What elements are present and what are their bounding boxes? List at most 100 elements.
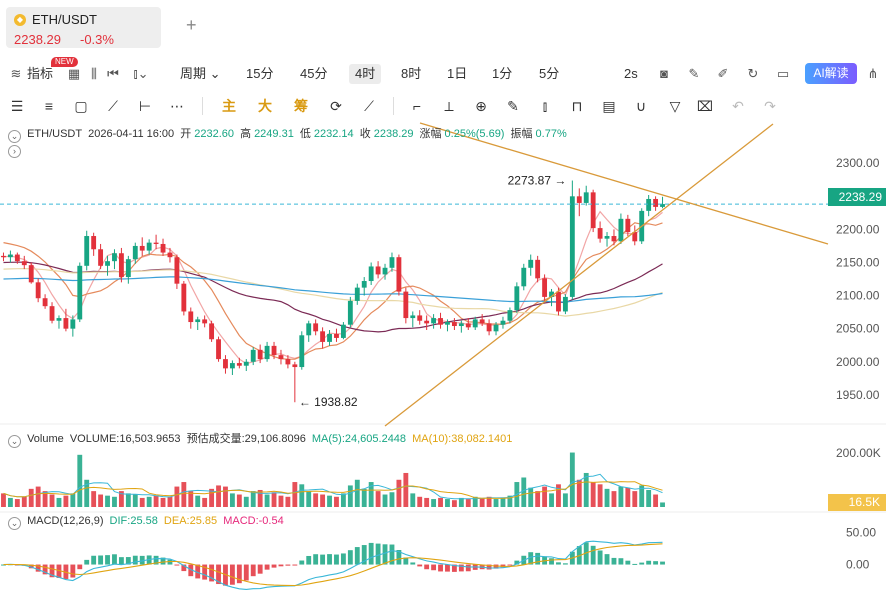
volume-bar xyxy=(146,496,152,507)
candle-body xyxy=(91,236,97,250)
macd-histogram-bar xyxy=(445,564,450,572)
candle-body xyxy=(105,261,110,266)
volume-bar xyxy=(389,492,395,507)
candle-body xyxy=(14,254,20,262)
candle-body xyxy=(451,322,457,327)
volume-bar xyxy=(653,494,659,507)
volume-bar xyxy=(576,479,582,507)
candle-body xyxy=(334,333,339,338)
volume-bar xyxy=(327,495,332,507)
candle-body xyxy=(278,355,284,360)
candle-body xyxy=(646,198,652,211)
volume-bar xyxy=(14,499,20,507)
volume-bar xyxy=(28,488,34,507)
candle-body xyxy=(590,192,596,229)
volume-bar xyxy=(229,493,235,507)
macd-histogram-bar xyxy=(229,564,235,585)
y-tick-label: 2200.00 xyxy=(836,222,880,236)
expand-icon[interactable]: › xyxy=(8,145,21,158)
price-chart[interactable]: 2300.002250.002200.002150.002100.002050.… xyxy=(0,0,886,593)
macd-collapse-icon[interactable]: ⌄ xyxy=(8,517,21,530)
candle-body xyxy=(361,281,367,288)
volume-bar xyxy=(112,496,117,507)
y-tick-label: 2000.00 xyxy=(836,355,880,369)
volume-bar xyxy=(354,479,360,507)
candle-body xyxy=(70,319,76,329)
macd-histogram-bar xyxy=(327,554,332,565)
candle-body xyxy=(562,296,568,312)
candle-body xyxy=(292,364,298,368)
volume-bar xyxy=(556,484,561,507)
amplitude-value: 0.77% xyxy=(535,128,567,140)
candle-body xyxy=(84,236,90,266)
candle-body xyxy=(181,283,187,312)
candle-body xyxy=(153,242,159,244)
macd-histogram-bar xyxy=(257,564,263,574)
macd-legend: ⌄ MACD(12,26,9) DIF:25.58 DEA:25.85 MACD… xyxy=(8,515,287,530)
candle-body xyxy=(528,259,534,268)
macd-histogram-bar xyxy=(354,547,360,565)
volume-bar xyxy=(431,499,437,507)
volume-bar xyxy=(410,493,416,507)
macd-histogram-bar xyxy=(84,559,90,565)
estimated-volume: 预估成交量:29,106.8096 xyxy=(186,433,306,445)
volume-bar xyxy=(625,487,631,507)
candle-body xyxy=(424,320,430,324)
candle-body xyxy=(556,291,561,312)
volume-bar xyxy=(313,493,319,507)
candle-body xyxy=(611,236,617,242)
volume-bar xyxy=(396,479,402,507)
macd-histogram-bar xyxy=(278,564,284,567)
candle-body xyxy=(209,323,215,340)
candle-body xyxy=(77,265,83,320)
macd-histogram-bar xyxy=(625,560,631,565)
candle-body xyxy=(438,318,443,325)
volume-bar xyxy=(132,494,138,507)
volume-bar xyxy=(597,484,603,507)
volume-bar xyxy=(403,472,409,507)
volume-bar xyxy=(174,486,180,507)
volume-bar xyxy=(98,494,104,507)
support-trendline xyxy=(384,123,774,427)
volume-bar xyxy=(528,487,534,507)
legend-datetime: 2026-04-11 16:00 xyxy=(88,128,175,140)
candle-body xyxy=(347,300,353,325)
macd-histogram-bar xyxy=(118,557,124,565)
macd-value: MACD:-0.54 xyxy=(223,515,284,527)
volume-bar xyxy=(271,492,277,507)
candle-body xyxy=(479,319,485,324)
macd-histogram-bar xyxy=(549,558,554,565)
macd-dea: DEA:25.85 xyxy=(163,515,218,527)
macd-histogram-bar xyxy=(562,563,568,565)
volume-bar xyxy=(562,493,568,507)
candle-body xyxy=(306,323,312,336)
candle-body xyxy=(445,322,450,325)
macd-histogram-bar xyxy=(271,564,277,568)
candle-body xyxy=(340,324,346,338)
collapse-icon[interactable]: ⌄ xyxy=(8,130,21,143)
volume-label: Volume xyxy=(27,433,64,445)
candle-body xyxy=(28,265,34,283)
candle-body xyxy=(42,298,48,307)
volume-bar xyxy=(451,500,457,507)
volume-bar xyxy=(417,496,423,507)
volume-bar xyxy=(479,497,485,507)
volume-ma10: MA(10):38,082.1401 xyxy=(412,433,513,445)
candle-body xyxy=(139,245,145,251)
volume-collapse-icon[interactable]: ⌄ xyxy=(8,435,21,448)
ma10-line xyxy=(3,222,663,360)
macd-histogram-bar xyxy=(597,550,603,565)
low-value: 2232.14 xyxy=(313,128,354,140)
volume-bar xyxy=(347,485,353,507)
candle-body xyxy=(125,259,131,278)
candle-body xyxy=(202,319,208,324)
volume-bar xyxy=(660,502,665,507)
candle-body xyxy=(458,323,464,327)
volume-bar xyxy=(167,496,173,507)
legend-symbol: ETH/USDT xyxy=(27,128,83,140)
candle-body xyxy=(56,318,62,321)
macd-histogram-bar xyxy=(556,562,561,565)
macd-histogram-bar xyxy=(292,564,298,566)
volume-bar xyxy=(500,497,506,507)
macd-dif-line xyxy=(3,540,663,590)
